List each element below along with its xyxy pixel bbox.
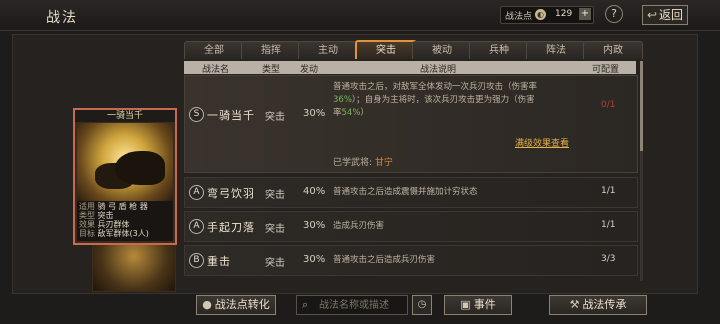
tactic-points-icon: ◐ xyxy=(535,9,546,20)
card-info: 适用 骑 弓 盾 枪 器 类型 突击 效果 兵刃群体 目标 敌军群体(3人) xyxy=(77,201,173,241)
tab-passive[interactable]: 被动 xyxy=(412,41,472,59)
tactic-name: 一骑当千 xyxy=(207,109,255,122)
card-info-row: 效果 兵刃群体 xyxy=(79,220,130,229)
tactic-config-count: 3/3 xyxy=(601,254,616,264)
tactic-row[interactable]: B 重击 突击 30% 普通攻击之后造成兵刃伤害 3/3 xyxy=(184,245,638,276)
tactic-points-value: 129 xyxy=(555,9,573,19)
tactic-name: 手起刀落 xyxy=(207,221,255,234)
grade-badge: A xyxy=(189,185,204,200)
tactic-inherit-button[interactable]: ⚒ 战法传承 xyxy=(549,295,647,315)
max-level-effect-link[interactable]: 满级效果查看 xyxy=(515,136,569,149)
events-button[interactable]: ▣ 事件 xyxy=(444,295,512,315)
top-bar: 战法 战法点 ◐ 129 + ? ↩ 返回 xyxy=(0,0,720,31)
card-title: 一骑当千 xyxy=(75,110,175,122)
tactic-name: 弯弓饮羽 xyxy=(207,187,255,200)
tactic-rate: 30% xyxy=(303,220,326,231)
tactic-rate: 30% xyxy=(303,254,326,265)
help-button[interactable]: ? xyxy=(605,5,623,23)
tab-troop[interactable]: 兵种 xyxy=(469,41,529,59)
col-desc: 战法说明 xyxy=(420,65,457,75)
table-header: 战法名 类型 发动 战法说明 可配置 xyxy=(184,61,636,75)
col-name: 战法名 xyxy=(202,65,230,75)
tactic-rate: 40% xyxy=(303,186,326,197)
tab-command[interactable]: 指挥 xyxy=(241,41,301,59)
tactic-name: 重击 xyxy=(207,255,231,268)
learned-general-name[interactable]: 甘宁 xyxy=(375,158,393,168)
tactic-row[interactable]: A 弯弓饮羽 突击 40% 普通攻击之后造成震慑并施加计穷状态 1/1 xyxy=(184,177,638,208)
tab-all[interactable]: 全部 xyxy=(184,41,244,59)
tactic-card[interactable]: 一骑当千 适用 骑 弓 盾 枪 器 类型 突击 效果 兵刃群体 目标 敌军群体(… xyxy=(73,108,177,245)
clock-icon: ◷ xyxy=(417,299,427,310)
tactic-description: 普通攻击之后，对敌军全体发动一次兵刃攻击（伤害率 36%）；自身为主将时，该次兵… xyxy=(333,82,538,118)
tab-active[interactable]: 主动 xyxy=(298,41,358,59)
grade-badge: S xyxy=(189,107,204,122)
tactic-row[interactable]: A 手起刀落 突击 30% 造成兵刃伤害 1/1 xyxy=(184,211,638,242)
hammer-icon: ⚒ xyxy=(569,298,580,311)
tactic-points-box: 战法点 ◐ 129 + xyxy=(500,6,594,24)
col-config: 可配置 xyxy=(592,65,620,75)
card-info-row: 类型 突击 xyxy=(79,211,114,220)
col-type: 类型 xyxy=(262,65,281,75)
tactic-config-count: 0/1 xyxy=(601,100,616,110)
tactic-config-count: 1/1 xyxy=(601,220,616,230)
tactic-description: 普通攻击之后造成兵刃伤害 xyxy=(333,255,436,265)
tactic-points-label: 战法点 xyxy=(505,12,533,22)
back-arrow-icon: ↩ xyxy=(646,8,658,22)
tactic-type: 突击 xyxy=(265,112,285,123)
col-rate: 发动 xyxy=(300,65,319,75)
tactic-rate: 30% xyxy=(303,108,326,119)
tactic-config-count: 1/1 xyxy=(601,186,616,196)
tactic-type: 突击 xyxy=(265,224,285,235)
rider-silhouette xyxy=(115,151,165,185)
tactic-row-expanded[interactable]: S 一骑当千 突击 30% 普通攻击之后，对敌军全体发动一次兵刃攻击（伤害率 3… xyxy=(184,75,638,173)
scrollbar-thumb[interactable] xyxy=(640,61,643,151)
learned-generals: 已学武将: 甘宁 xyxy=(333,158,393,168)
convert-points-button[interactable]: ● 战法点转化 xyxy=(196,295,276,315)
search-history-button[interactable]: ◷ xyxy=(412,295,432,315)
list-scrollbar[interactable] xyxy=(640,61,643,281)
grade-badge: B xyxy=(189,253,204,268)
grade-badge: A xyxy=(189,219,204,234)
tactic-type: 突击 xyxy=(265,258,285,269)
page-title: 战法 xyxy=(46,10,78,26)
book-icon: ▣ xyxy=(460,298,471,311)
coin-icon: ● xyxy=(202,298,212,311)
back-label: 返回 xyxy=(659,8,684,22)
tactic-type: 突击 xyxy=(265,190,285,201)
tab-formation[interactable]: 阵法 xyxy=(526,41,586,59)
card-info-row: 目标 敌军群体(3人) xyxy=(79,229,149,238)
back-button[interactable]: ↩ 返回 xyxy=(642,5,688,25)
tab-assault[interactable]: 突击 xyxy=(355,40,417,59)
search-icon: ⌕ xyxy=(302,298,309,311)
search-input[interactable] xyxy=(317,297,407,314)
tab-internal[interactable]: 内政 xyxy=(583,41,643,59)
add-points-button[interactable]: + xyxy=(579,8,591,20)
search-box[interactable]: ⌕ xyxy=(296,295,408,315)
card-background-art xyxy=(92,240,176,292)
tactic-description: 普通攻击之后造成震慑并施加计穷状态 xyxy=(333,187,478,197)
card-info-row: 适用 骑 弓 盾 枪 器 xyxy=(79,202,148,211)
card-art xyxy=(77,123,173,201)
tactic-description: 造成兵刃伤害 xyxy=(333,221,385,231)
